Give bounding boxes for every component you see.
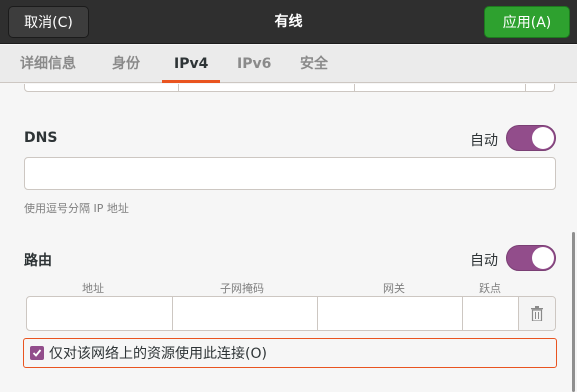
route-gateway-field[interactable]: [318, 297, 462, 330]
only-local-resources-checkbox[interactable]: 仅对该网络上的资源使用此连接(O): [23, 338, 557, 368]
switch-knob: [532, 247, 554, 269]
dns-title: DNS: [24, 130, 58, 146]
only-local-resources-label: 仅对该网络上的资源使用此连接(O): [49, 346, 267, 362]
trash-icon: [531, 306, 543, 321]
address-row-partial: [24, 84, 555, 92]
column-address: 地址: [82, 282, 104, 295]
routes-auto-switch[interactable]: [506, 245, 556, 271]
column-metric: 跃点: [479, 282, 501, 295]
tab-security[interactable]: 安全: [288, 45, 340, 83]
tab-details[interactable]: 详细信息: [8, 45, 88, 83]
dns-hint: 使用逗号分隔 IP 地址: [24, 202, 129, 215]
route-netmask-field[interactable]: [173, 297, 317, 330]
dns-auto-label: 自动: [470, 133, 498, 149]
ipv4-settings-panel[interactable]: DNS 自动 使用逗号分隔 IP 地址 路由 自动 地址 子网掩码 网关 跃点: [0, 84, 577, 392]
column-netmask: 子网掩码: [220, 282, 264, 295]
tab-ipv6[interactable]: IPv6: [225, 45, 283, 83]
routes-title: 路由: [24, 253, 52, 269]
checkbox-checked-icon[interactable]: [30, 346, 44, 360]
column-gateway: 网关: [383, 282, 405, 295]
apply-button[interactable]: 应用(A): [484, 6, 570, 38]
delete-route-button[interactable]: [518, 297, 555, 330]
route-address-field[interactable]: [27, 297, 172, 330]
tab-bar: 详细信息 身份 IPv4 IPv6 安全: [0, 45, 577, 83]
tab-identity[interactable]: 身份: [100, 45, 152, 83]
header-bar: 取消(C) 有线 应用(A): [0, 0, 577, 44]
route-metric-field[interactable]: [463, 297, 519, 330]
tab-ipv4[interactable]: IPv4: [162, 45, 221, 83]
routes-auto-label: 自动: [470, 253, 498, 269]
dns-auto-switch[interactable]: [506, 125, 556, 151]
scrollbar[interactable]: [572, 232, 575, 392]
switch-knob: [532, 127, 554, 149]
route-row: [26, 296, 556, 331]
cancel-button[interactable]: 取消(C): [8, 6, 89, 38]
dns-input[interactable]: [24, 157, 556, 190]
